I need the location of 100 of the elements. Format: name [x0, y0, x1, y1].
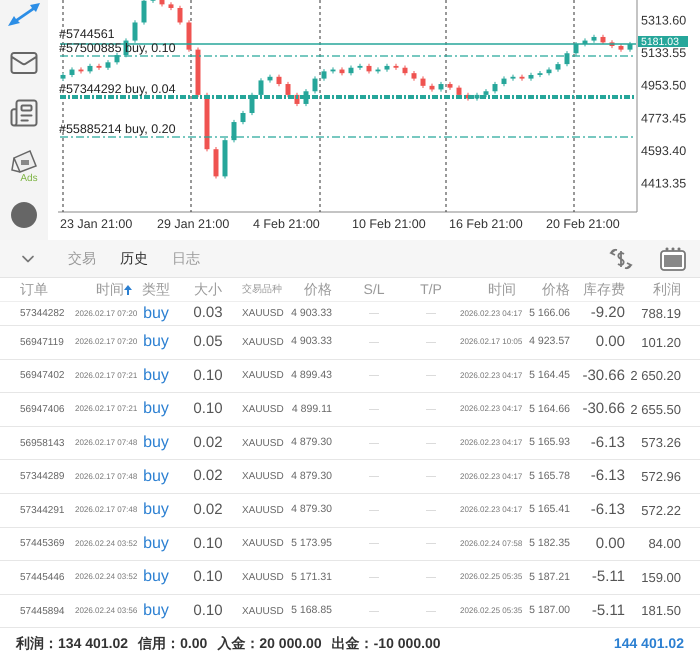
summary-item: 入金：20 000.00 [217, 634, 322, 652]
column-header[interactable]: 库存费 [583, 279, 625, 300]
swap-value: 0.00 [596, 332, 625, 352]
candlestick [178, 5, 182, 26]
profit-value: 181.50 [641, 602, 681, 620]
column-header[interactable]: 交易品种 [242, 282, 282, 297]
open-price: 4 903.33 [291, 334, 332, 350]
lot-size: 0.02 [193, 466, 223, 486]
column-header[interactable]: 时间 [96, 279, 132, 300]
candlestick [402, 65, 408, 76]
column-header[interactable]: 利润 [653, 279, 681, 300]
candlestick [556, 61, 560, 72]
open-price: 4 879.30 [291, 468, 332, 484]
lot-size: 0.05 [193, 332, 223, 352]
swap-value: -6.13 [590, 432, 625, 453]
candlestick [322, 68, 326, 82]
trade-type: buy [143, 534, 169, 554]
price-tick: 5313.60 [641, 14, 686, 28]
price-tick: 4413.35 [641, 176, 686, 190]
swap-value: -6.13 [590, 500, 625, 520]
history-row[interactable]: 57344291 2026.02.17 07:48 buy 0.02 XAUUSD 4 879.30 — — 2026.02.23 04:17 5 165.41 -6.13 572.22 [0, 494, 700, 528]
news-icon[interactable] [9, 98, 39, 128]
calendar-icon[interactable] [660, 246, 686, 270]
price-tick: 5133.55 [641, 46, 686, 60]
column-header[interactable]: 时间 [488, 279, 516, 300]
total-balance: 144 401.02 [614, 634, 684, 652]
column-header[interactable]: 类型 [142, 279, 170, 300]
open-time: 2026.02.17 07:21 [75, 403, 138, 416]
tab[interactable]: 历史 [120, 248, 148, 269]
candlestick [420, 76, 426, 89]
stop-loss: — [369, 402, 379, 417]
candlestick [114, 52, 120, 65]
order-number: 56958143 [20, 436, 64, 451]
history-row[interactable]: 57445369 2026.02.24 03:52 buy 0.10 XAUUSD 5 173.95 — — 2026.02.24 07:58 5 182.35 0.00 84.00 [0, 528, 700, 562]
close-price: 5 187.00 [529, 603, 570, 618]
lot-size: 0.10 [193, 399, 223, 420]
candlestick [240, 110, 246, 125]
history-row[interactable]: 57445446 2026.02.24 03:52 buy 0.10 XAUUSD 5 171.31 — — 2026.02.25 05:35 5 187.21 -5.11 159.00 [0, 561, 700, 595]
swap-value: -5.11 [592, 600, 625, 621]
take-profit: — [426, 504, 436, 518]
column-header[interactable]: 价格 [304, 279, 332, 300]
trade-type: buy [143, 366, 169, 386]
column-header[interactable]: T/P [420, 279, 442, 300]
candlestick [88, 63, 92, 74]
column-header[interactable]: 价格 [542, 279, 570, 300]
close-price: 5 182.35 [529, 536, 570, 551]
time-label: 4 Feb 21:00 [253, 217, 320, 231]
column-header[interactable]: S/L [363, 279, 384, 300]
open-price: 4 879.30 [291, 435, 332, 450]
tab[interactable]: 交易 [68, 248, 96, 269]
candlestick [366, 63, 372, 74]
profit-value: 788.19 [641, 304, 681, 323]
take-profit: — [426, 570, 436, 585]
open-price: 4 899.11 [292, 402, 332, 417]
trade-type: buy [143, 332, 169, 352]
candlestick [106, 60, 110, 70]
calendar-icon[interactable] [10, 148, 38, 174]
history-row[interactable]: 56947406 2026.02.17 07:21 buy 0.10 XAUUSD 4 899.11 — — 2026.02.23 04:17 5 164.66 -30.66 2 655.50 [0, 393, 700, 427]
open-price: 4 879.30 [291, 502, 332, 518]
trade-type: buy [143, 399, 169, 420]
symbol: XAUUSD [242, 402, 284, 417]
trade-type: buy [143, 601, 169, 622]
close-price: 5 166.06 [529, 306, 570, 321]
history-row[interactable]: 56958143 2026.02.17 07:48 buy 0.02 XAUUSD 4 879.30 — — 2026.02.23 04:17 5 165.93 -6.13 573.26 [0, 426, 700, 460]
lot-size: 0.10 [193, 534, 223, 554]
profit-value: 572.96 [641, 468, 681, 486]
history-row[interactable]: 57344282 2026.02.17 07:20 buy 0.03 XAUUSD 4 903.33 — — 2026.02.23 04:17 5 166.06 -9.20 788.19 [0, 302, 700, 326]
order-number: 56947402 [20, 369, 64, 384]
profit-value: 2 650.20 [630, 367, 681, 386]
open-time: 2026.02.17 07:20 [75, 308, 138, 320]
history-row[interactable]: 57344289 2026.02.17 07:48 buy 0.02 XAUUSD 4 879.30 — — 2026.02.23 04:17 5 165.78 -6.13 572.96 [0, 460, 700, 494]
open-time: 2026.02.24 03:52 [75, 571, 138, 584]
column-header[interactable]: 订单 [20, 279, 48, 300]
order-number: 57344291 [20, 504, 64, 518]
close-time: 2026.02.24 07:58 [460, 538, 522, 550]
tab[interactable]: 日志 [172, 248, 200, 269]
symbol: XAUUSD [242, 470, 284, 484]
order-number: 57344289 [20, 470, 64, 484]
order-number: 56947406 [20, 402, 64, 417]
lot-size: 0.02 [193, 500, 223, 520]
column-header[interactable]: 大小 [194, 279, 222, 300]
time-label: 29 Jan 21:00 [157, 217, 230, 231]
time-label: 20 Feb 21:00 [546, 217, 620, 231]
time-label: 23 Jan 21:00 [60, 217, 132, 231]
take-profit: — [426, 307, 436, 321]
price-tick: 4593.40 [641, 144, 686, 158]
stop-loss: — [369, 307, 379, 321]
open-time: 2026.02.24 03:56 [75, 605, 138, 618]
ads-label[interactable]: Ads [20, 171, 38, 186]
order-label: #5744561 [59, 27, 115, 41]
history-row[interactable]: 56947402 2026.02.17 07:21 buy 0.10 XAUUSD 4 899.43 — — 2026.02.23 04:17 5 164.45 -30.66 2 650.20 [0, 360, 700, 394]
expand-icon[interactable] [6, 2, 42, 28]
profile-icon[interactable] [11, 202, 37, 228]
swap-value: -9.20 [590, 303, 625, 324]
stop-loss: — [369, 537, 379, 552]
open-time: 2026.02.17 07:21 [75, 370, 138, 382]
history-row[interactable]: 56947119 2026.02.17 07:20 buy 0.05 XAUUSD 4 903.33 — — 2026.02.17 10:05 4 923.57 0.00 101.20 [0, 326, 700, 360]
price-tick: 4773.45 [641, 111, 686, 126]
take-profit: — [426, 470, 436, 484]
symbol: XAUUSD [242, 504, 284, 518]
